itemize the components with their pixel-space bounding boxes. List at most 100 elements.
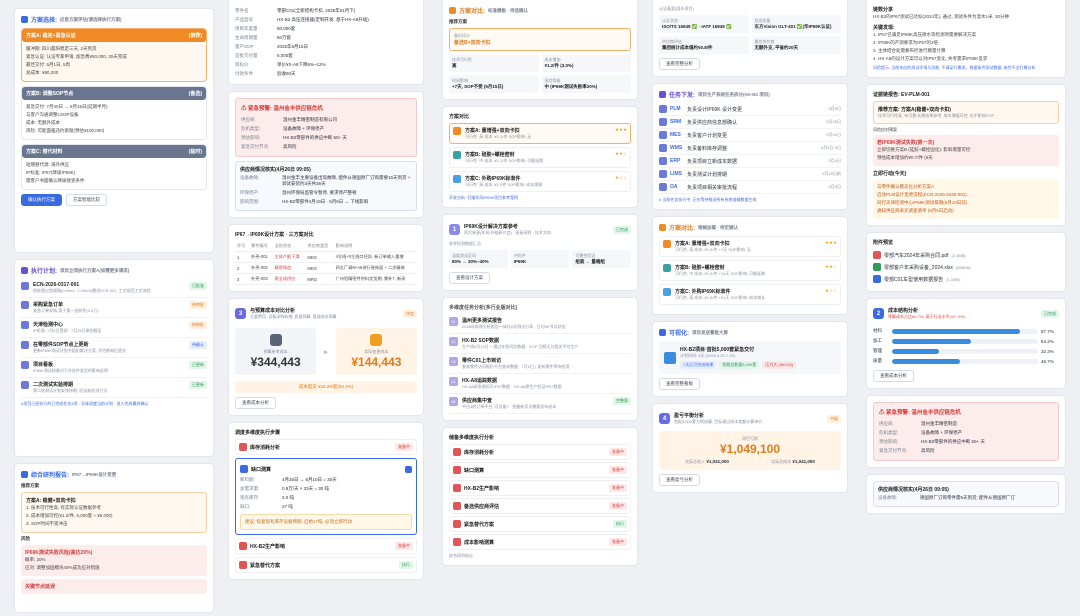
rating-stars: ★★★: [614, 127, 627, 132]
plan-item[interactable]: 天津检测中心 IP检测: 7月6日提测 · 7月25日拿到报告 待审批: [21, 318, 207, 338]
dispatch-item[interactable]: LIMS 负责测试计划排期 6月20日前: [659, 168, 841, 181]
file-item[interactable]: 零部客户年采购设备_2024.xlsx (856KB): [873, 261, 1059, 273]
plan-item[interactable]: ECN-2026-0317-001 热处理过程规格(0.6mm→0.5mm)需进E…: [21, 279, 207, 298]
step-item[interactable]: 02 HX-B2 SOP数据 生产线8月15日 + 通过年到风险数据 · SOP 日…: [449, 334, 631, 354]
option-item[interactable]: 方案C: 外购IP69K标准件 可行性: 高 成本: ¥1.5/件 +21天 SO…: [659, 284, 841, 305]
options-card: 方案对比 方案A: 重增强+双向卡扣 可行性: 高 成本: ¥1.2/件 SOP影…: [442, 106, 638, 208]
supply-status-2-row: 设备故障: 德国原厂订购零件需5天到货; 配件从德国原厂订: [878, 493, 1054, 502]
steps-card: 多维度任务分析(多行业版对比) 01 温州更多测试报告 2026年新闻分析报告一体化…: [442, 297, 638, 421]
flow-step[interactable]: 紧急替代方案 执行: [235, 557, 417, 573]
step-item[interactable]: 03 零件C01上市到访 查询零件访问报价平台查询数据 · 7月9日 | 现有零件等…: [449, 354, 631, 374]
option-item[interactable]: 方案C: 外购IP69K标准件 可行性: 高 成本: ¥1.5件 SOP影响: 成…: [449, 171, 631, 192]
option-item[interactable]: 方案B: 硅胶+螺栓密封 可行性: 中 成本: ¥1.2/件 +14天 SOP影响…: [659, 260, 841, 281]
analysis-item[interactable]: HX-B2生产影响 准备中: [449, 480, 631, 496]
scheme-b-item: 风险: 可能面临违约索赔(预估¥100,000): [26, 128, 105, 133]
analysis-item[interactable]: 缺口测算 准备中: [449, 462, 631, 478]
dispatch-desc: 负责项目立新成本数据: [687, 158, 738, 165]
cert-button[interactable]: 查看完整分析: [659, 58, 700, 70]
dispatch-item[interactable]: OA 负责项目相关审批流程 5月3日: [659, 181, 841, 194]
option-body: 方案A: 重增强+双向卡扣 可行性: 高 成本: ¥1.2/件 SOP影响: 无: [465, 127, 611, 140]
profit-badge: 中级: [827, 414, 841, 423]
file-left: 零部C01车型使用数据报告 (1.1MB): [873, 275, 960, 283]
analysis-item[interactable]: 紧急替代方案 执行: [449, 516, 631, 532]
table-row[interactable]: 1 外壳-001 主体产能下滑 MEG 4号线+0主线口径异, 新订单输入量增: [235, 251, 417, 263]
file-size: (856KB): [955, 264, 971, 270]
dispatch-desc: 负责备料库存调整: [687, 145, 728, 152]
info-cell: 可靠性验证 组装 → 量端组: [572, 250, 631, 268]
dispatch-item[interactable]: MES 负责客户计划变更 5月20日: [659, 129, 841, 142]
analysis-item[interactable]: 备选供应商评估 准备中: [449, 498, 631, 514]
supply-alert-rows: 供应商: 温州金丰精密制造有限公司 危机类型: 设备故障 + 环保停产 预估影响: HX-…: [241, 115, 411, 151]
file-item[interactable]: 零部C01车型使用数据报告 (1.1MB): [873, 273, 1059, 285]
option-body: 方案C: 外购IP69K标准件 可行性: 高 成本: ¥1.5/件 +21天 SO…: [675, 288, 821, 301]
scheme-b[interactable]: 方案B: 调整SOP节点 (备选) 紧急交付: 7月30日 → 8月15日(延期…: [21, 86, 207, 140]
options-link[interactable]: 开发分析: 扫描车风IP69K项目参考案例: [449, 195, 631, 201]
table-cell: 原全成供应: [272, 273, 306, 285]
dispatch-item[interactable]: PLM 负责设计IP69K 设计变更 6月5日: [659, 103, 841, 116]
option-item[interactable]: 方案A: 重增强+双向卡扣 可行性: 高 成本: ¥1.2/件 SOP影响: 无 ★…: [449, 123, 631, 144]
rating-stars: ★☆☆: [614, 175, 627, 180]
cost-structure-header: 2 成本结构分析 预算成本占比60.7%, 高于行业水平(12~3%) 已完成: [873, 305, 1059, 322]
kv-value: 温州环保局监管令暂停, 要求停产整顿: [282, 189, 357, 195]
plan-item[interactable]: 在零部件SOP节点上更新 更新IP69K测试计划并组织解决方案, 评估影响后提交待…: [21, 338, 207, 358]
dispatch-left: ERP 负责项目立新成本数据: [659, 157, 737, 165]
cost-structure-button[interactable]: 查看成本分析: [873, 370, 914, 382]
scheme-subtitle: 应急方案评估(请选择执行方案): [60, 16, 122, 22]
flow-step-expanded[interactable]: 缺口测算 断料期: 4月26日 → 6月10日 = 30天 总需求量: 0.9万/天 …: [235, 458, 417, 535]
analysis-icon: [453, 448, 461, 456]
option-item[interactable]: 方案A: 重增强+双向卡扣 可行性: 高 成本: ¥1.2/件 +7天 SOP影响…: [659, 236, 841, 257]
step-item[interactable]: 04 HX-A8追踪数据 HX-A8研发期间可IP67数据 · HX-A8原生产验证…: [449, 374, 631, 394]
analysis-item[interactable]: 库存消耗分析 准备中: [449, 444, 631, 460]
dispatch-item[interactable]: SRM 负责供应商信息部确认 5月15日: [659, 116, 841, 129]
plan-item[interactable]: 项目看板 IP69K测试结果对于外协件发货的影响说明 已更新: [21, 358, 207, 378]
supply-alert-title-text: 紧急预警: 温州金丰供应链危机: [248, 106, 323, 112]
supply-status-rows: 设备故障: 温州金丰主要设备出现故障, 配件从德国原厂订购需要15天到货 + 调试…: [240, 173, 412, 206]
option-item[interactable]: 方案B: 硅胶+螺栓密封 可行性: 中 成本: ¥1.2/件 SOP影响: 可能延…: [449, 147, 631, 168]
flow-step[interactable]: 库存消耗分析 准备中: [235, 439, 417, 455]
scheme-b-item: 成本: 无额外成本: [26, 120, 60, 125]
table-row[interactable]: 3 外壳-003 原全成供应 MRG 广州铝精密件供料交货期, 需补7, 新采: [235, 273, 417, 285]
cost-analysis-button[interactable]: 查看成本分析: [235, 397, 276, 409]
profit-subtitle: 首批5,000套为例核算, 目标通过成本差额计算单价: [674, 419, 763, 424]
kv-row: 产品型号 HX-B2 高压连接器(定制开发, 基于HX-A8升级): [235, 15, 417, 24]
scheme-c[interactable]: 方案C: 替代材料 (临时) 短期替代源: 海外供应 IP标准: IP67(降级…: [21, 144, 207, 190]
option-icon: [663, 240, 671, 248]
collapse-icon[interactable]: [405, 465, 412, 473]
kv-value: 2026年8月15日: [277, 43, 309, 49]
profit-button[interactable]: 查看盈亏分析: [659, 474, 700, 486]
step-item[interactable]: 01 温州更多测试报告 2026年新闻分析报告一体化2次测试分享 · 日均5K节点状…: [449, 314, 631, 334]
design-button[interactable]: 查看设计方案: [449, 272, 490, 284]
scheme-a[interactable]: 方案A: 稳定+紧急认证 (推荐) 缓冲期: 四川晨阳稳定三天, 2天到货 紧急…: [21, 28, 207, 82]
kv-value: 5,000套: [277, 52, 293, 58]
viz-button[interactable]: 查看完整看板: [659, 378, 700, 390]
kv-row: 环保停产: 温州环保局监管令暂停, 要求停产整顿: [240, 188, 412, 197]
profit-value: ¥1,049,100: [719, 442, 781, 456]
flow-step[interactable]: HX-B2生产影响 准备中: [235, 538, 417, 554]
file-item[interactable]: 零部汽车2024年采购合同.pdf (2.3MB): [873, 249, 1059, 261]
compare-table-card: IP67→IP69K设计方案 · 三方案对比 序号 零件编号 当前状态 供应商类型 影响…: [228, 224, 424, 292]
ecn-rec-desc: 技术可行性高, 有可靠/长期成果参考; 成本增幅可控; 也不影响SOP: [878, 113, 995, 118]
analysis-item[interactable]: 成本影响测算 准备中: [449, 534, 631, 550]
analysis-left: 缺口测算: [453, 466, 484, 474]
plan-item[interactable]: 二次测试实验排期 第二轮测试计划安排排期, 验证新检测方法 已更新: [21, 378, 207, 398]
kv-key: 目标价: [235, 61, 249, 67]
rec-box[interactable]: 备份设计 备选B+双向卡扣: [449, 28, 631, 51]
table-row[interactable]: 2 外壳-002 精密铸造 MEG 四太厂调M-A6进行装饰面 + 二次精修: [235, 262, 417, 274]
option-icon: [453, 175, 461, 183]
files-list: 零部汽车2024年采购合同.pdf (2.3MB) 零部客户年采购设备_2024.x…: [873, 249, 1059, 285]
plan-item[interactable]: 采购紧急订单 紧急订单采购-用于第一批样件(3.5万) 待审批: [21, 298, 207, 318]
cost-bar-chart: 材料 87.7% 加工 54.2% 管理 32.3% 质量 46.7%: [873, 326, 1059, 366]
dispatch-desc: 负责测试计划排期: [687, 171, 728, 178]
viz-tag: 7天后可完成结果: [680, 361, 717, 369]
rec-label: 推荐方案: [449, 19, 467, 24]
step-item[interactable]: 05 供应商集中查 中达4的订单平台, 可设备7 · 把握新资讯需要发布成本 完整版: [449, 394, 631, 414]
dispatch-item[interactable]: ERP 负责项目立新成本数据 5月4日: [659, 155, 841, 168]
dispatch-item[interactable]: WMS 负责备料库存调整 5月5日-9日: [659, 142, 841, 155]
info-cell: 时间影响 +7天, SOP不受 (5月15日): [449, 75, 539, 93]
flow-step-badge: 准备中: [395, 542, 413, 550]
compare-scheme-button[interactable]: 方案智能比较: [66, 194, 107, 206]
rating-stars: ★★☆: [614, 151, 627, 156]
info-cell-value: 组装 → 量端组: [575, 259, 605, 264]
confirm-scheme-button[interactable]: 确认执行方案: [21, 194, 62, 206]
analysis-icon: [453, 538, 461, 546]
